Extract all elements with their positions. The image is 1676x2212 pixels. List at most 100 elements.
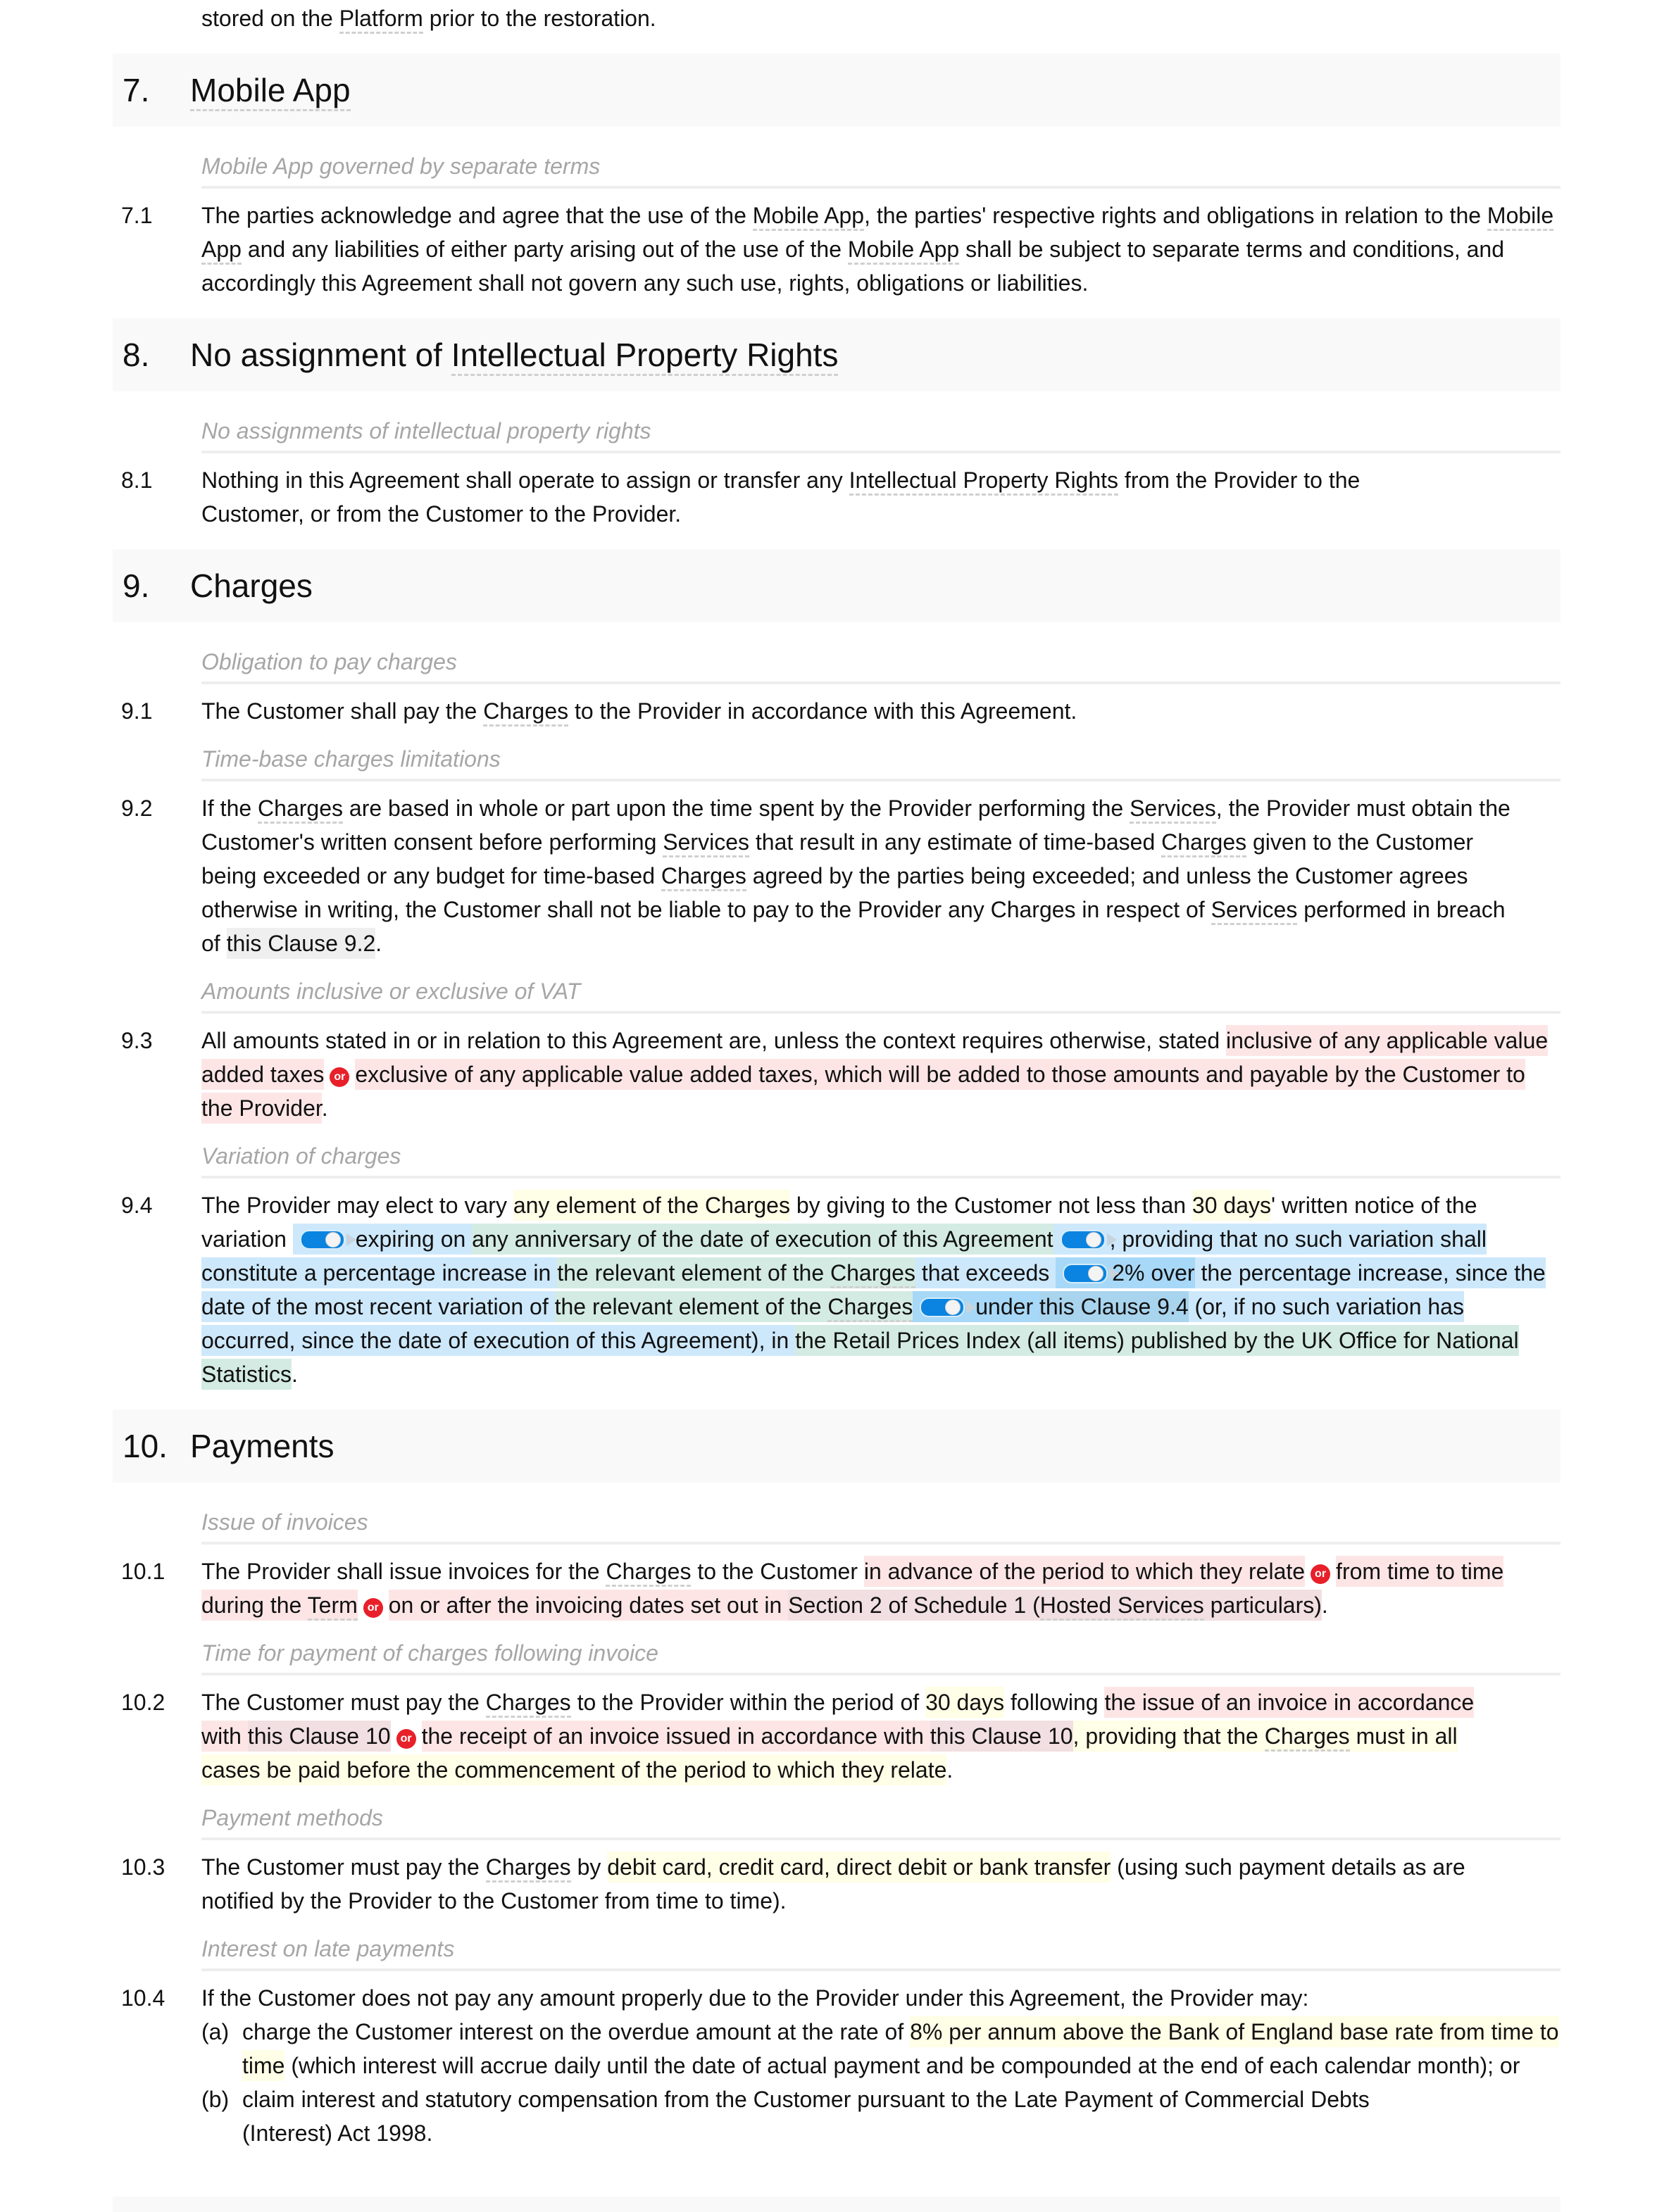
text: following: [1004, 1690, 1105, 1715]
defined-term-charges[interactable]: Charges: [258, 796, 343, 824]
variable-payment-period[interactable]: 30 days: [925, 1687, 1005, 1718]
clause-text: The Customer must pay the Charges by deb…: [201, 1850, 1561, 1918]
document-page: stored on the Platform prior to the rest…: [113, 0, 1561, 2150]
defined-term-charges[interactable]: Charges: [485, 1854, 571, 1883]
defined-term-charges[interactable]: Charges: [827, 1294, 913, 1322]
defined-term-services[interactable]: Services: [1211, 897, 1298, 925]
text: .: [375, 931, 382, 956]
defined-term-platform[interactable]: Platform: [339, 6, 423, 34]
clause-9-4: 9.4 The Provider may elect to vary any e…: [113, 1188, 1561, 1391]
option-receipt-of-invoice[interactable]: the receipt of an invoice issued in acco…: [421, 1721, 1073, 1752]
clause-text: The Provider may elect to vary any eleme…: [201, 1188, 1561, 1391]
option-exclusive-vat[interactable]: exclusive of any applicable value added …: [201, 1059, 1525, 1124]
text: The Customer must pay the: [201, 1854, 486, 1880]
sub-clause-label: (b): [201, 2087, 230, 2112]
section-heading-10: 10. Payments: [113, 1409, 1561, 1483]
defined-term-charges[interactable]: Charges: [661, 863, 746, 891]
defined-term-services[interactable]: Services: [1130, 796, 1216, 824]
clause-text: Nothing in this Agreement shall operate …: [201, 463, 1561, 531]
sub-clause-list: (a) charge the Customer interest on the o…: [201, 2015, 1561, 2150]
text: the relevant element of the: [557, 1260, 830, 1286]
text: .: [292, 1362, 298, 1387]
toggle-switch-icon[interactable]: [920, 1297, 977, 1317]
text: by: [570, 1854, 608, 1880]
cross-reference[interactable]: this Clause 10: [930, 1721, 1073, 1752]
text: The Customer shall pay the: [201, 698, 484, 724]
defined-term-ipr[interactable]: Intellectual Property Rights: [451, 337, 839, 376]
or-option-icon[interactable]: or: [396, 1729, 416, 1749]
cross-reference[interactable]: this Clause 9.4: [1039, 1291, 1189, 1322]
option-in-advance[interactable]: in advance of the period to which they r…: [863, 1556, 1306, 1587]
defined-term-hosted-services[interactable]: Hosted Services: [1039, 1592, 1204, 1621]
clause-subheading: Payment methods: [201, 1802, 1561, 1840]
toggle-switch-icon[interactable]: [299, 1230, 356, 1250]
variable-relevant-element[interactable]: the relevant element of the Charges: [554, 1291, 913, 1322]
clause-10-2: 10.2 The Customer must pay the Charges t…: [113, 1685, 1561, 1787]
text: .: [321, 1095, 328, 1121]
clause-subheading: No assignments of intellectual property …: [201, 415, 1561, 453]
clause-number: 10.3: [121, 1854, 165, 1880]
text: All amounts stated in or in relation to …: [201, 1028, 1226, 1053]
text: the relevant element of the: [554, 1294, 828, 1319]
defined-term-term[interactable]: Term: [307, 1592, 358, 1621]
clause-text: The parties acknowledge and agree that t…: [201, 199, 1561, 300]
or-option-icon[interactable]: or: [1311, 1564, 1331, 1584]
text: over: [1144, 1260, 1195, 1286]
or-option-icon[interactable]: or: [330, 1067, 350, 1087]
defined-term-charges[interactable]: Charges: [606, 1559, 692, 1587]
or-option-icon[interactable]: or: [363, 1598, 383, 1618]
clause-subheading: Interest on late payments: [201, 1933, 1561, 1971]
clause-text: If the Customer does not pay any amount …: [201, 1981, 1561, 2150]
text: on or after the invoicing dates set out …: [388, 1592, 789, 1618]
text: stored on the: [201, 6, 339, 31]
text: , providing that the: [1072, 1723, 1265, 1749]
sub-clause-label: (a): [201, 2019, 230, 2044]
defined-term-charges[interactable]: Charges: [1161, 829, 1247, 857]
clause-number: 8.1: [121, 467, 153, 493]
text: charge the Customer interest on the over…: [242, 2019, 911, 2044]
variable-relevant-element[interactable]: the relevant element of the Charges: [557, 1257, 915, 1288]
defined-term-charges[interactable]: Charges: [483, 698, 569, 727]
clause-10-3: 10.3 The Customer must pay the Charges b…: [113, 1850, 1561, 1918]
clause-lead: If the Customer does not pay any amount …: [201, 1985, 1309, 2011]
toggle-switch-icon[interactable]: [1063, 1264, 1120, 1283]
variable-notice-period[interactable]: 30 days: [1192, 1190, 1271, 1221]
text: claim interest and statutory compensatio…: [242, 2087, 1370, 2146]
cross-reference[interactable]: this Clause 9.2: [226, 928, 376, 959]
defined-term-mobile-app[interactable]: Mobile App: [190, 72, 351, 111]
text: The Provider shall issue invoices for th…: [201, 1559, 606, 1584]
defined-term-mobile-app[interactable]: Mobile App: [847, 237, 960, 265]
defined-term-services[interactable]: Services: [663, 829, 749, 857]
text: by giving to the Customer not less than: [789, 1193, 1192, 1218]
cross-reference[interactable]: this Clause 10: [247, 1721, 391, 1752]
clause-9-3: 9.3 All amounts stated in or in relation…: [113, 1024, 1561, 1125]
text: (which interest will accrue daily until …: [284, 2053, 1520, 2078]
cross-reference[interactable]: Section 2 of Schedule 1 (Hosted Services…: [788, 1590, 1322, 1621]
clause-subheading: Amounts inclusive or exclusive of VAT: [201, 976, 1561, 1014]
defined-term-ipr[interactable]: Intellectual Property Rights: [849, 467, 1119, 496]
clause-8-1: 8.1 Nothing in this Agreement shall oper…: [113, 463, 1561, 531]
section-title: Payments: [190, 1428, 334, 1464]
text: , the parties' respective rights and obl…: [864, 203, 1487, 228]
sub-clause-b: (b) claim interest and statutory compensa…: [201, 2082, 1561, 2150]
text: The Customer must pay the: [201, 1690, 486, 1715]
text: .: [946, 1757, 953, 1783]
clause-9-2: 9.2 If the Charges are based in whole or…: [113, 791, 1561, 960]
toggle-switch-icon[interactable]: [1060, 1230, 1117, 1250]
text: If the: [201, 796, 258, 821]
defined-term-mobile-app[interactable]: Mobile App: [752, 203, 865, 231]
text: expiring on: [349, 1226, 473, 1252]
clause-10-4: 10.4 If the Customer does not pay any am…: [113, 1981, 1561, 2150]
option-invoicing-dates[interactable]: on or after the invoicing dates set out …: [388, 1590, 1322, 1621]
variable-payment-methods[interactable]: debit card, credit card, direct debit or…: [607, 1852, 1111, 1883]
defined-term-charges[interactable]: Charges: [485, 1690, 571, 1718]
optional-text-block: expiring on any anniversary of the date …: [201, 1224, 1546, 1390]
variable-charges-element[interactable]: any element of the Charges: [513, 1190, 790, 1221]
section-title: Charges: [190, 567, 313, 604]
text: that result in any estimate of time-base…: [749, 829, 1162, 855]
variable-anniversary[interactable]: any anniversary of the date of execution…: [472, 1224, 1053, 1255]
defined-term-charges[interactable]: Charges: [830, 1260, 915, 1288]
defined-term-charges[interactable]: Charges: [1264, 1723, 1350, 1752]
optional-nested-block: under this Clause 9.4: [913, 1291, 1189, 1322]
clause-subheading: Time-base charges limitations: [201, 743, 1561, 781]
